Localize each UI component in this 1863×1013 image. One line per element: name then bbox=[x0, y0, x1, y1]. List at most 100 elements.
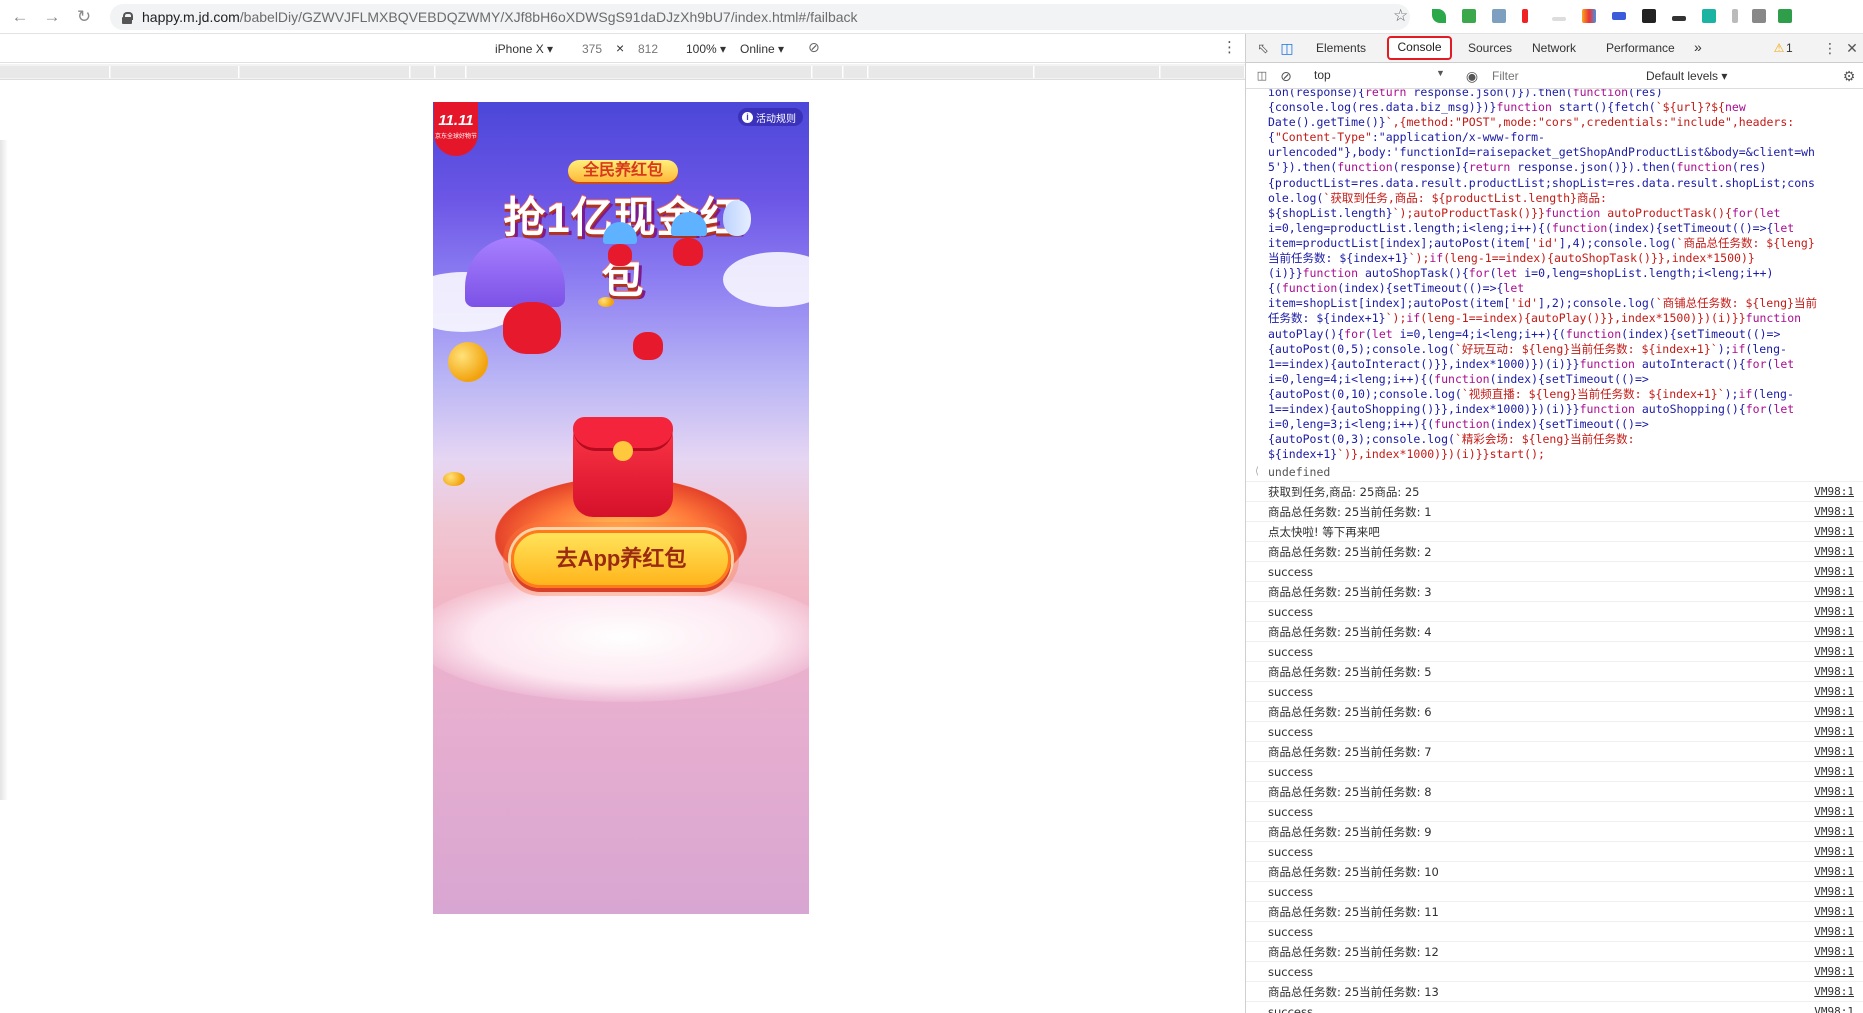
log-source-link[interactable]: VM98:1 bbox=[1814, 962, 1854, 982]
close-icon[interactable]: ✕ bbox=[1844, 40, 1860, 56]
media-query-ruler[interactable] bbox=[0, 64, 1245, 80]
tab-performance[interactable]: Performance bbox=[1606, 41, 1675, 55]
extension-icon[interactable] bbox=[1752, 9, 1766, 23]
code-line: {autoPost(0,3);console.log(`精彩会场: ${leng… bbox=[1268, 432, 1635, 447]
console-log-row: 商品总任务数: 25当前任务数: 5 VM98:1 bbox=[1246, 662, 1863, 683]
zoom-select[interactable]: 100% ▾ bbox=[686, 42, 726, 56]
log-source-link[interactable]: VM98:1 bbox=[1814, 602, 1854, 622]
log-source-link[interactable]: VM98:1 bbox=[1814, 822, 1854, 842]
settings-gear-icon[interactable]: ⚙ bbox=[1841, 68, 1857, 84]
console-log-row: 商品总任务数: 25当前任务数: 12 VM98:1 bbox=[1246, 942, 1863, 963]
log-message: success bbox=[1268, 725, 1313, 740]
extension-icon[interactable] bbox=[1522, 9, 1528, 23]
log-source-link[interactable]: VM98:1 bbox=[1814, 842, 1854, 862]
open-app-button[interactable]: 去App养红包 bbox=[511, 530, 731, 588]
extension-icon[interactable] bbox=[1462, 9, 1476, 23]
console-log-row: 商品总任务数: 25当前任务数: 13 VM98:1 bbox=[1246, 982, 1863, 1003]
log-source-link[interactable]: VM98:1 bbox=[1814, 982, 1854, 1002]
forward-icon[interactable]: → bbox=[38, 3, 66, 31]
extension-icon[interactable] bbox=[1612, 12, 1626, 20]
console-log-row: success VM98:1 bbox=[1246, 922, 1863, 943]
warning-icon[interactable]: ⚠ bbox=[1771, 40, 1787, 56]
console-log-row: success VM98:1 bbox=[1246, 562, 1863, 583]
clear-console-icon[interactable]: ⊘ bbox=[1278, 68, 1294, 84]
activity-rules-button[interactable]: i 活动规则 bbox=[738, 108, 803, 126]
log-message: 商品总任务数: 25当前任务数: 11 bbox=[1268, 905, 1439, 920]
extension-icon[interactable] bbox=[1492, 9, 1506, 23]
console-toolbar: ◫ ⊘ top ▼ ◉ Default levels ▾ ⚙ bbox=[1246, 63, 1863, 89]
console-log-row: success VM98:1 bbox=[1246, 1002, 1863, 1013]
log-levels-select[interactable]: Default levels ▾ bbox=[1646, 69, 1727, 83]
extension-icon[interactable] bbox=[1732, 9, 1738, 23]
network-select[interactable]: Online ▾ bbox=[740, 42, 784, 56]
more-tabs-icon[interactable]: » bbox=[1694, 39, 1702, 55]
more-options-icon[interactable]: ⋮ bbox=[1222, 38, 1237, 56]
log-message: 商品总任务数: 25当前任务数: 7 bbox=[1268, 745, 1432, 760]
log-message: 商品总任务数: 25当前任务数: 9 bbox=[1268, 825, 1432, 840]
extension-icon[interactable] bbox=[1432, 9, 1446, 23]
tab-elements[interactable]: Elements bbox=[1316, 41, 1366, 55]
log-source-link[interactable]: VM98:1 bbox=[1814, 482, 1854, 502]
console-log-row: success VM98:1 bbox=[1246, 962, 1863, 983]
sidebar-toggle-icon[interactable]: ◫ bbox=[1254, 68, 1270, 84]
device-select[interactable]: iPhone X ▾ bbox=[495, 42, 553, 56]
log-source-link[interactable]: VM98:1 bbox=[1814, 762, 1854, 782]
activity-rules-label: 活动规则 bbox=[756, 113, 796, 125]
tab-console[interactable]: Console bbox=[1387, 36, 1452, 60]
device-toggle-icon[interactable]: ◫ bbox=[1279, 40, 1295, 56]
extension-icon[interactable] bbox=[1702, 9, 1716, 23]
mobile-page: 11.11 京东全球好物节 i 活动规则 全民养红包 抢1亿现金红包 去App养… bbox=[433, 102, 809, 914]
console-filter-input[interactable] bbox=[1492, 66, 1617, 85]
extension-icon[interactable] bbox=[1582, 9, 1596, 23]
extension-icon[interactable] bbox=[1642, 9, 1656, 23]
event-subtitle: 全民养红包 bbox=[568, 160, 678, 182]
log-source-link[interactable]: VM98:1 bbox=[1814, 522, 1854, 542]
hot-air-balloon-decoration bbox=[723, 200, 751, 236]
console-output[interactable]: ion(response){return response.json()}).t… bbox=[1246, 89, 1863, 1013]
url-path: /babelDiy/GZWVJFLMXBQVEBDQZWMY/XJf8bH6oX… bbox=[239, 9, 858, 25]
log-source-link[interactable]: VM98:1 bbox=[1814, 562, 1854, 582]
device-height[interactable]: 812 bbox=[638, 42, 658, 56]
log-source-link[interactable]: VM98:1 bbox=[1814, 862, 1854, 882]
devtools-menu-icon[interactable]: ⋮ bbox=[1822, 40, 1838, 56]
log-source-link[interactable]: VM98:1 bbox=[1814, 922, 1854, 942]
device-width[interactable]: 375 bbox=[582, 42, 602, 56]
code-line: ion(response){return response.json()}).t… bbox=[1268, 89, 1663, 99]
log-source-link[interactable]: VM98:1 bbox=[1814, 1002, 1854, 1013]
log-source-link[interactable]: VM98:1 bbox=[1814, 622, 1854, 642]
extension-icon[interactable] bbox=[1672, 16, 1686, 21]
back-icon[interactable]: ← bbox=[6, 3, 34, 31]
log-source-link[interactable]: VM98:1 bbox=[1814, 722, 1854, 742]
log-source-link[interactable]: VM98:1 bbox=[1814, 882, 1854, 902]
live-expression-eye-icon[interactable]: ◉ bbox=[1464, 68, 1480, 84]
log-source-link[interactable]: VM98:1 bbox=[1814, 902, 1854, 922]
tab-network[interactable]: Network bbox=[1532, 41, 1576, 55]
reload-icon[interactable]: ↻ bbox=[70, 3, 98, 31]
code-line: 5'}).then(function(response){return resp… bbox=[1268, 160, 1767, 175]
console-log-row: success VM98:1 bbox=[1246, 722, 1863, 743]
log-source-link[interactable]: VM98:1 bbox=[1814, 642, 1854, 662]
log-source-link[interactable]: VM98:1 bbox=[1814, 662, 1854, 682]
address-bar[interactable]: happy.m.jd.com/babelDiy/GZWVJFLMXBQVEBDQ… bbox=[110, 4, 1410, 30]
badge-title: 11.11 bbox=[438, 112, 474, 129]
extension-icon[interactable] bbox=[1552, 17, 1566, 21]
console-log-row: 商品总任务数: 25当前任务数: 10 VM98:1 bbox=[1246, 862, 1863, 883]
inspect-element-icon[interactable]: ⬁ bbox=[1255, 40, 1271, 56]
log-source-link[interactable]: VM98:1 bbox=[1814, 582, 1854, 602]
context-select[interactable]: top bbox=[1314, 68, 1454, 82]
rotate-icon[interactable]: ⊘ bbox=[808, 39, 820, 56]
log-source-link[interactable]: VM98:1 bbox=[1814, 702, 1854, 722]
log-message: 商品总任务数: 25当前任务数: 10 bbox=[1268, 865, 1439, 880]
extension-icon[interactable] bbox=[1778, 9, 1792, 23]
log-source-link[interactable]: VM98:1 bbox=[1814, 682, 1854, 702]
bookmark-star-icon[interactable]: ☆ bbox=[1393, 6, 1408, 26]
tab-sources[interactable]: Sources bbox=[1468, 41, 1512, 55]
log-source-link[interactable]: VM98:1 bbox=[1814, 802, 1854, 822]
log-source-link[interactable]: VM98:1 bbox=[1814, 502, 1854, 522]
log-source-link[interactable]: VM98:1 bbox=[1814, 542, 1854, 562]
log-source-link[interactable]: VM98:1 bbox=[1814, 782, 1854, 802]
log-message: 商品总任务数: 25当前任务数: 6 bbox=[1268, 705, 1432, 720]
log-source-link[interactable]: VM98:1 bbox=[1814, 942, 1854, 962]
log-source-link[interactable]: VM98:1 bbox=[1814, 742, 1854, 762]
console-log-row: 商品总任务数: 25当前任务数: 1 VM98:1 bbox=[1246, 502, 1863, 523]
